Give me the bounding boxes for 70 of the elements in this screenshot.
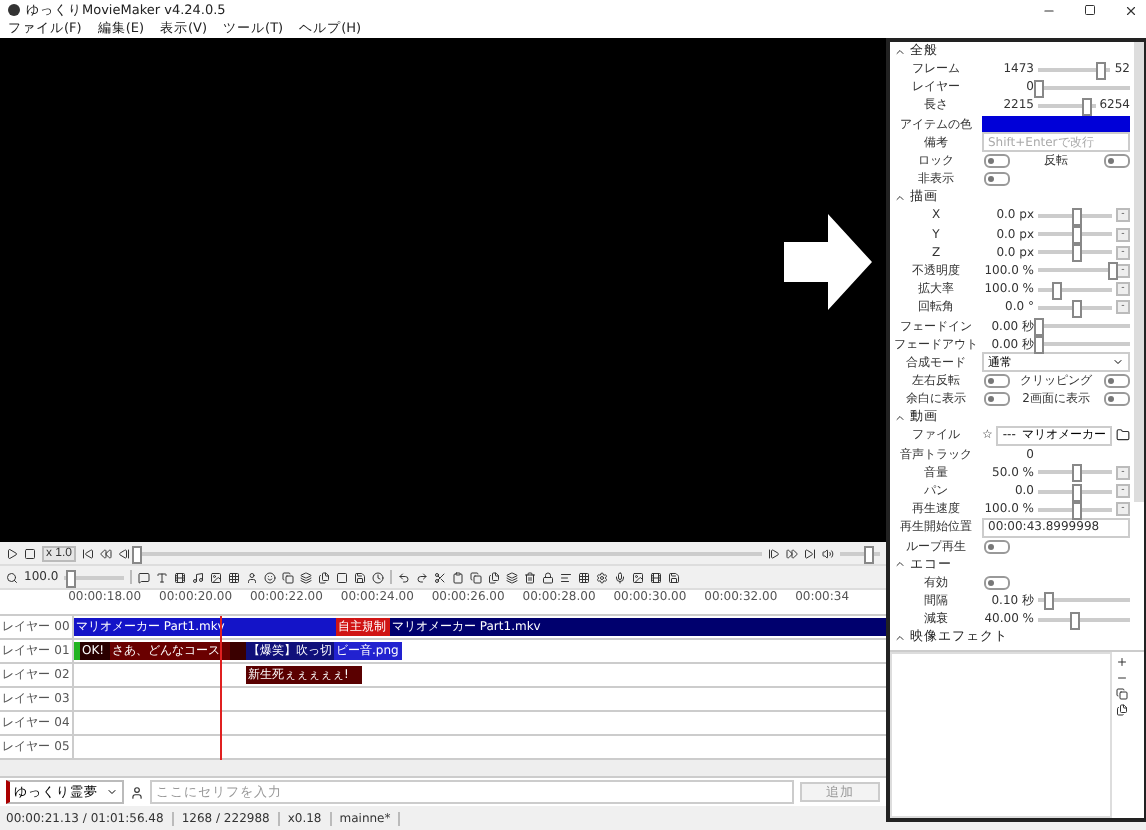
toggle-switch[interactable] (1104, 374, 1130, 389)
toolbar-icon[interactable] (210, 571, 223, 583)
stop-icon[interactable] (24, 547, 36, 559)
toolbar-icon[interactable] (416, 571, 429, 583)
toolbar-icon[interactable] (318, 571, 331, 583)
toolbar-icon[interactable] (506, 571, 519, 583)
collapse-icon[interactable] (894, 631, 906, 644)
app-logo-icon (8, 4, 20, 16)
person-icon[interactable] (130, 785, 144, 799)
volume-icon[interactable] (822, 547, 834, 559)
toolbar-icon[interactable] (228, 571, 241, 583)
copy-icon[interactable] (1116, 688, 1128, 701)
zoom-icon[interactable] (6, 571, 18, 583)
toolbar-icon[interactable] (668, 571, 681, 583)
toolbar-icon[interactable] (246, 571, 259, 583)
toolbar-icon[interactable] (300, 571, 313, 583)
play-icon[interactable] (6, 547, 18, 559)
toolbar-icon[interactable] (354, 571, 367, 583)
caret-icon[interactable] (106, 786, 118, 798)
add-icon[interactable] (1116, 656, 1128, 669)
toggle-switch[interactable] (984, 392, 1010, 407)
skip-back-icon[interactable] (82, 547, 95, 559)
toolbar-icon[interactable] (524, 571, 537, 583)
toolbar-icon[interactable] (452, 571, 465, 583)
color-swatch[interactable] (982, 116, 1130, 133)
duplicate-icon[interactable] (1116, 704, 1128, 717)
toolbar-icon[interactable] (614, 571, 627, 583)
collapse-icon[interactable] (894, 191, 906, 204)
collapse-icon[interactable] (894, 411, 906, 424)
toggle-switch[interactable] (984, 374, 1010, 389)
toolbar-icon[interactable] (398, 571, 411, 583)
toolbar-icon[interactable] (192, 571, 205, 583)
toggle-switch[interactable] (1104, 154, 1130, 169)
vertical-scrollbar[interactable] (1134, 42, 1144, 502)
toolbar-icon[interactable] (282, 571, 295, 583)
toolbar-icon[interactable] (650, 571, 663, 583)
skip-forward-icon[interactable] (804, 547, 816, 559)
remove-icon[interactable] (1116, 672, 1128, 685)
folder-icon[interactable] (1116, 428, 1130, 443)
toolbar-icon[interactable] (372, 571, 385, 583)
rewind-icon[interactable] (100, 547, 113, 559)
toolbar-icon[interactable] (578, 571, 591, 583)
toolbar-icon[interactable] (156, 571, 169, 583)
toggle-switch[interactable] (984, 539, 1010, 554)
timeline-clip[interactable] (230, 642, 246, 660)
timeline-clip[interactable] (74, 642, 80, 660)
maximize-icon[interactable] (1084, 3, 1096, 15)
toolbar-icon[interactable] (264, 571, 277, 583)
caret-icon[interactable] (1112, 356, 1124, 369)
close-icon[interactable] (1124, 3, 1138, 17)
step-forward-icon[interactable] (768, 547, 780, 559)
toolbar-icon[interactable] (138, 571, 151, 583)
toolbar-icon[interactable] (470, 571, 483, 583)
toggle-switch[interactable] (1104, 392, 1130, 407)
toolbar-icon[interactable] (488, 571, 501, 583)
fast-forward-icon[interactable] (786, 547, 798, 559)
toolbar-icon[interactable] (336, 571, 349, 583)
toolbar-icon[interactable] (542, 571, 555, 583)
collapse-icon[interactable] (894, 45, 906, 57)
toolbar-icon[interactable] (434, 571, 447, 583)
arrow-icon (784, 214, 872, 310)
toggle-switch[interactable] (984, 172, 1010, 187)
toggle-switch[interactable] (984, 154, 1010, 169)
step-back-icon[interactable] (118, 547, 131, 559)
toggle-switch[interactable] (984, 575, 1010, 590)
toolbar-icon[interactable] (560, 571, 573, 583)
toolbar-icon[interactable] (174, 571, 187, 583)
toolbar-icon[interactable] (632, 571, 645, 583)
collapse-icon[interactable] (894, 558, 906, 571)
toolbar-icon[interactable] (596, 571, 609, 583)
